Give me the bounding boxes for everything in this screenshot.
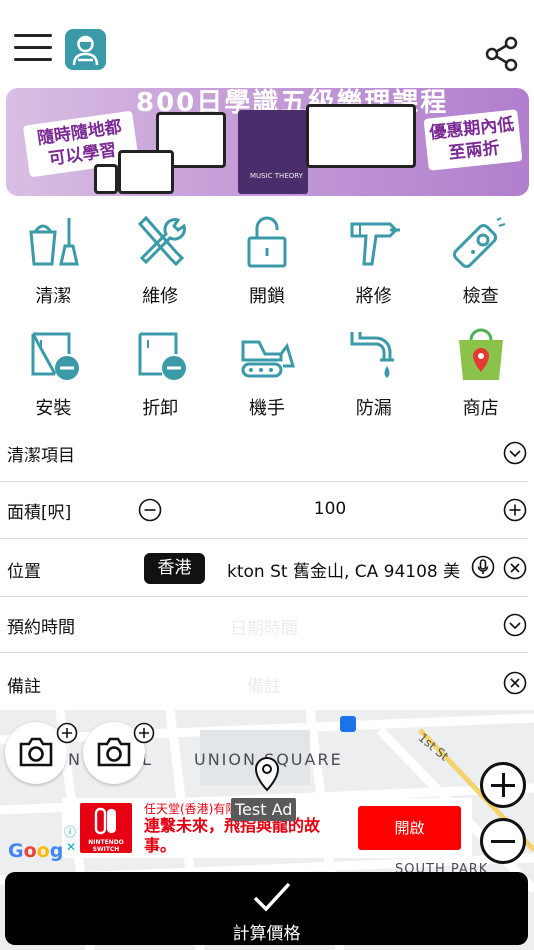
repair-tools-icon	[138, 215, 187, 267]
row-cleaning-items[interactable]: 清潔項目	[0, 425, 528, 482]
cleaning-icon	[29, 218, 80, 266]
checkmark-icon	[253, 882, 291, 912]
top-bar	[0, 0, 534, 88]
share-icon[interactable]	[484, 36, 520, 72]
banner-monitor-screen	[306, 104, 416, 168]
banner-phone-screen	[94, 164, 118, 194]
remove-box-icon	[138, 332, 187, 380]
chevron-down-circle-icon[interactable]	[503, 613, 527, 637]
shop-bag-icon	[458, 328, 503, 380]
ad-logo-text: NINTENDO SWITCH	[88, 839, 124, 853]
service-label: 清潔	[35, 286, 72, 307]
unlock-icon	[247, 216, 287, 268]
banner-right-badge: 優惠期內低至兩折	[423, 109, 523, 171]
service-remove[interactable]: 折卸	[107, 318, 214, 430]
area-label: 面積[呎]	[7, 503, 72, 523]
service-grid: 清潔 維修 開鎖 將修 檢查 安裝 折卸 機手 防漏 商店	[0, 206, 534, 430]
banner-book-text: MUSIC THEORY	[250, 172, 303, 180]
service-drill[interactable]: 將修	[320, 206, 427, 318]
service-label: 商店	[462, 398, 499, 419]
service-cleaning[interactable]: 清潔	[0, 206, 107, 318]
service-label: 將修	[355, 286, 392, 307]
banner-tablet-screen	[118, 150, 174, 194]
hamburger-icon[interactable]	[14, 34, 52, 64]
service-install[interactable]: 安裝	[0, 318, 107, 430]
service-label: 檢查	[462, 286, 499, 307]
excavator-icon	[241, 340, 295, 378]
zoom-in-button[interactable]	[480, 762, 526, 808]
add-photo-icon[interactable]	[133, 722, 155, 744]
switch-logo-icon	[94, 807, 116, 835]
service-label: 防漏	[355, 398, 392, 419]
banner-book	[238, 110, 308, 194]
add-photo-icon[interactable]	[56, 722, 78, 744]
row-area: 面積[呎] 100	[0, 482, 528, 539]
notes-input[interactable]: 備註	[0, 672, 528, 697]
ad-open-button[interactable]: 開啟	[358, 806, 461, 850]
service-unlock[interactable]: 開鎖	[214, 206, 321, 318]
service-leak[interactable]: 防漏	[320, 318, 427, 430]
test-ad-tooltip: Test Ad	[231, 798, 297, 821]
service-label: 安裝	[35, 398, 72, 419]
location-label: 位置	[7, 562, 41, 582]
service-label: 折卸	[142, 398, 179, 419]
chevron-down-circle-icon[interactable]	[503, 441, 527, 465]
install-box-icon	[31, 332, 80, 380]
leaking-pipe-icon	[350, 332, 394, 378]
calculate-price-button[interactable]: 計算價格	[5, 872, 528, 945]
calculate-price-label: 計算價格	[232, 924, 301, 944]
ad-logo: NINTENDO SWITCH	[80, 803, 132, 853]
inspection-device-icon	[452, 217, 505, 269]
row-notes: 備註 備註	[0, 653, 528, 710]
ad-close-icon[interactable]: ✕	[66, 840, 76, 854]
ad-headline: 連繫未來，飛指與龍的故事。	[144, 816, 321, 855]
microphone-icon[interactable]	[471, 555, 495, 579]
service-repair[interactable]: 維修	[107, 206, 214, 318]
service-label: 維修	[142, 286, 179, 307]
drill-icon	[350, 222, 400, 266]
promo-banner[interactable]: 800日學識五級樂理課程 隨時隨地都可以學習 MUSIC THEORY 優惠期內…	[6, 88, 529, 196]
camera-icon	[19, 737, 53, 767]
ad-brand: 任天堂(香港)有限	[144, 802, 238, 816]
zoom-out-button[interactable]	[480, 818, 526, 864]
ad-info-icon[interactable]: ⓘ	[64, 823, 76, 840]
row-booking-time[interactable]: 預約時間 日期時間	[0, 597, 528, 653]
region-tag-button[interactable]: 香港	[144, 553, 205, 584]
service-shop[interactable]: 商店	[427, 318, 534, 430]
clear-address-icon[interactable]	[503, 556, 527, 580]
service-label: 機手	[248, 398, 285, 419]
map-pin-icon[interactable]	[253, 756, 281, 792]
plus-circle-icon[interactable]	[503, 498, 527, 522]
map-partial-label: N	[68, 750, 82, 769]
booking-time-placeholder[interactable]: 日期時間	[0, 614, 528, 639]
area-value[interactable]: 100	[130, 499, 530, 519]
camera-icon	[97, 737, 131, 767]
service-excavator[interactable]: 機手	[214, 318, 321, 430]
service-inspection[interactable]: 檢查	[427, 206, 534, 318]
row-location: 位置 香港 kton St 舊金山, CA 94108 美	[0, 539, 528, 597]
clear-notes-icon[interactable]	[503, 671, 527, 695]
cleaning-items-label: 清潔項目	[7, 446, 75, 466]
app-logo-icon[interactable]	[65, 29, 106, 70]
service-label: 開鎖	[248, 286, 285, 307]
address-input[interactable]: kton St 舊金山, CA 94108 美	[227, 557, 465, 582]
google-attribution[interactable]: Goog	[8, 840, 63, 862]
